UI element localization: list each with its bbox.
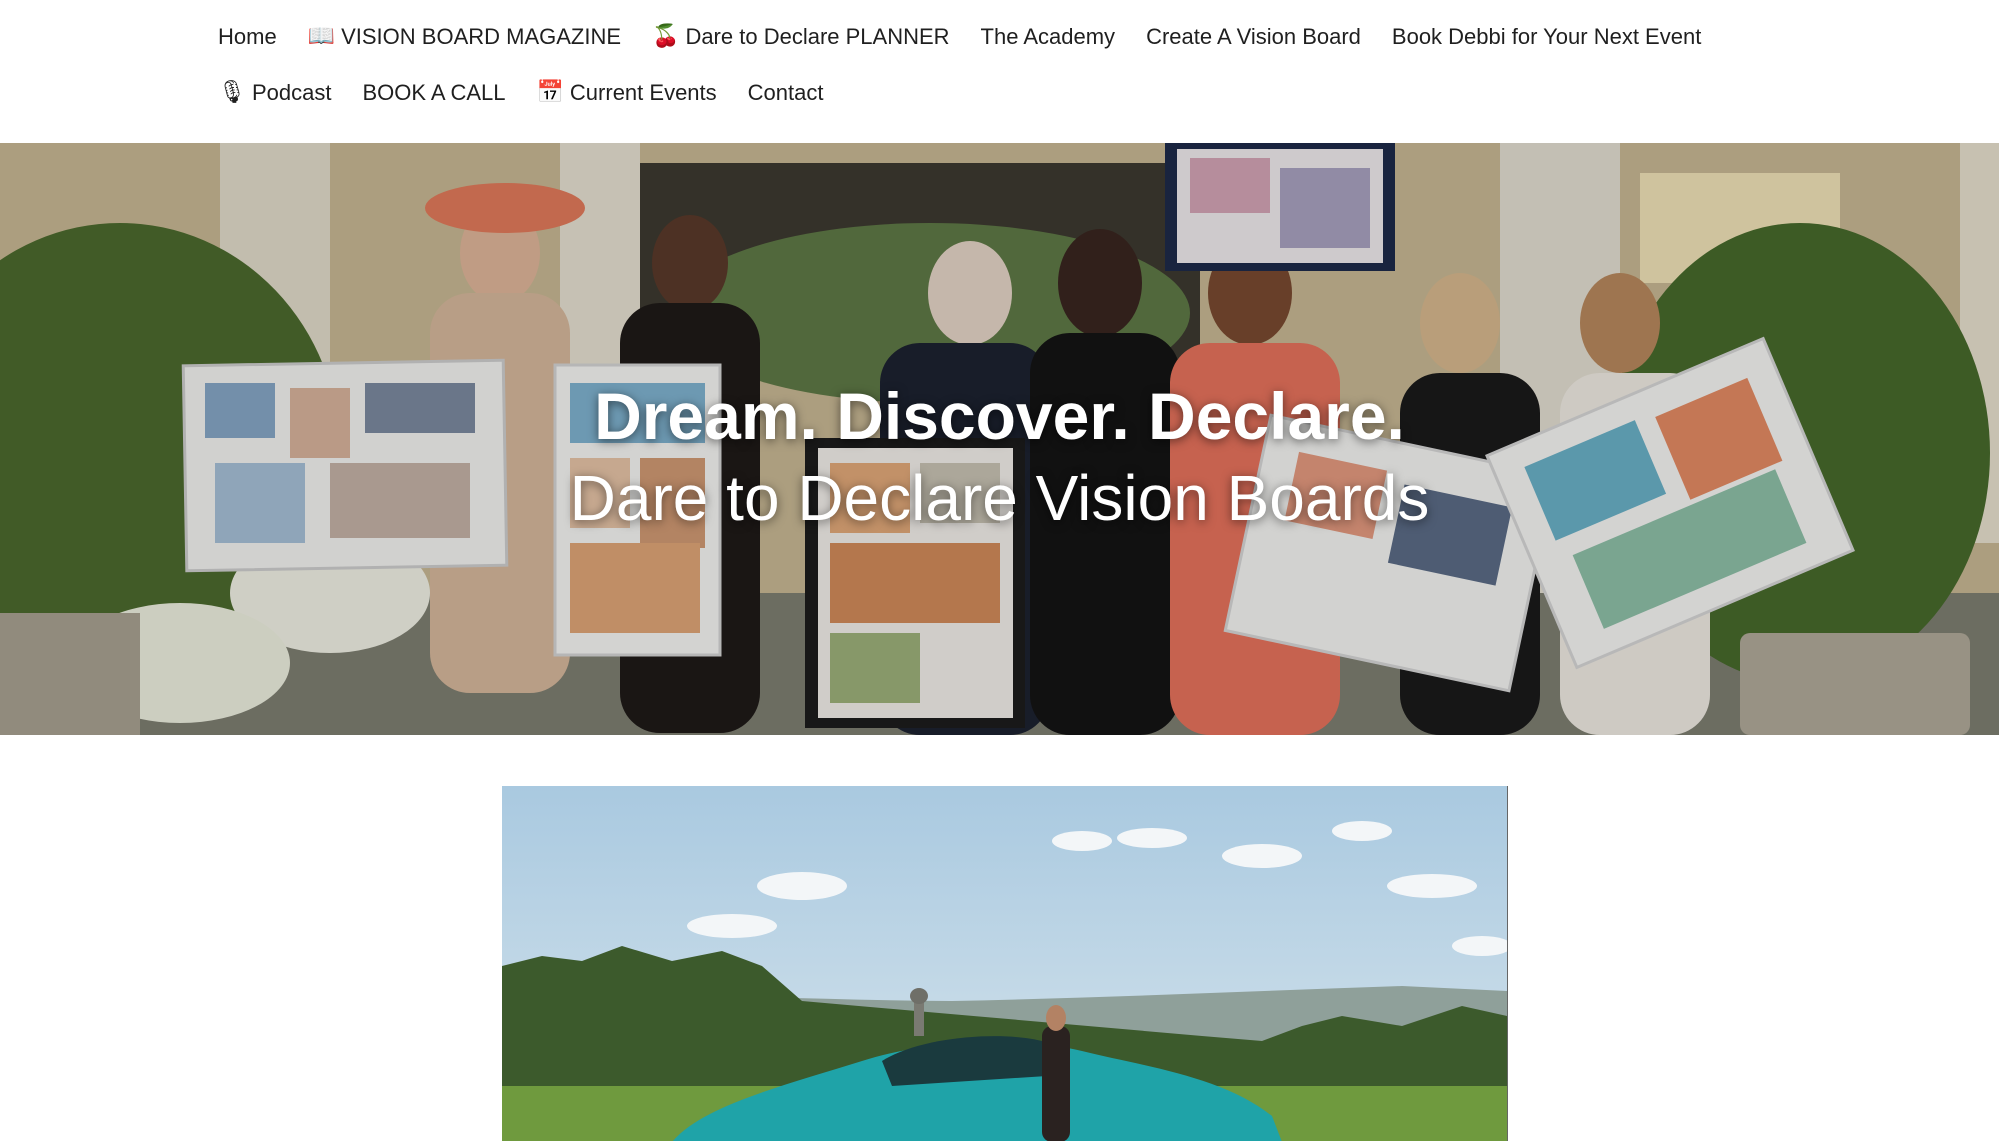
nav-current-events[interactable]: 📅 Current Events — [537, 78, 717, 108]
nav-dare-to-declare-planner-label: Dare to Declare PLANNER — [685, 24, 950, 49]
nav-create-a-vision-board[interactable]: Create A Vision Board — [1146, 22, 1361, 52]
nav-current-events-label: Current Events — [569, 80, 717, 105]
nav-the-academy-label: The Academy — [980, 24, 1116, 49]
nav-create-a-vision-board-label: Create A Vision Board — [1146, 24, 1361, 49]
nav-book-a-call[interactable]: BOOK A CALL — [362, 78, 505, 108]
open-book-icon: 📖 — [307, 24, 336, 49]
feature-image — [502, 786, 1508, 1141]
nav-home[interactable]: Home — [218, 22, 277, 52]
calendar-icon: 📅 — [536, 80, 564, 105]
cherries-icon: 🍒 — [652, 24, 680, 49]
car-landscape-photo — [502, 786, 1507, 1141]
nav-book-debbi[interactable]: Book Debbi for Your Next Event — [1392, 22, 1701, 52]
nav-vision-board-magazine-label: VISION BOARD MAGAZINE — [341, 24, 622, 49]
microphone-icon: 🎙 — [218, 80, 246, 105]
nav-dare-to-declare-planner[interactable]: 🍒 Dare to Declare PLANNER — [652, 22, 950, 52]
nav-home-label: Home — [218, 24, 277, 49]
hero-subtitle: Dare to Declare Vision Boards — [569, 462, 1430, 534]
nav-podcast-label: Podcast — [251, 80, 332, 105]
nav-podcast[interactable]: 🎙 Podcast — [218, 78, 331, 108]
hero-title: Dream. Discover. Declare. — [594, 379, 1405, 453]
nav-book-a-call-label: BOOK A CALL — [362, 80, 506, 105]
nav-the-academy[interactable]: The Academy — [981, 22, 1116, 52]
nav-contact-label: Contact — [747, 80, 824, 105]
nav-contact[interactable]: Contact — [748, 78, 824, 108]
nav-book-debbi-label: Book Debbi for Your Next Event — [1391, 24, 1702, 49]
main-navigation: Home 📖 VISION BOARD MAGAZINE 🍒 Dare to D… — [218, 22, 1818, 108]
hero-banner: Dream. Discover. Declare. Dare to Declar… — [0, 143, 1999, 735]
nav-vision-board-magazine[interactable]: 📖 VISION BOARD MAGAZINE — [308, 22, 621, 52]
